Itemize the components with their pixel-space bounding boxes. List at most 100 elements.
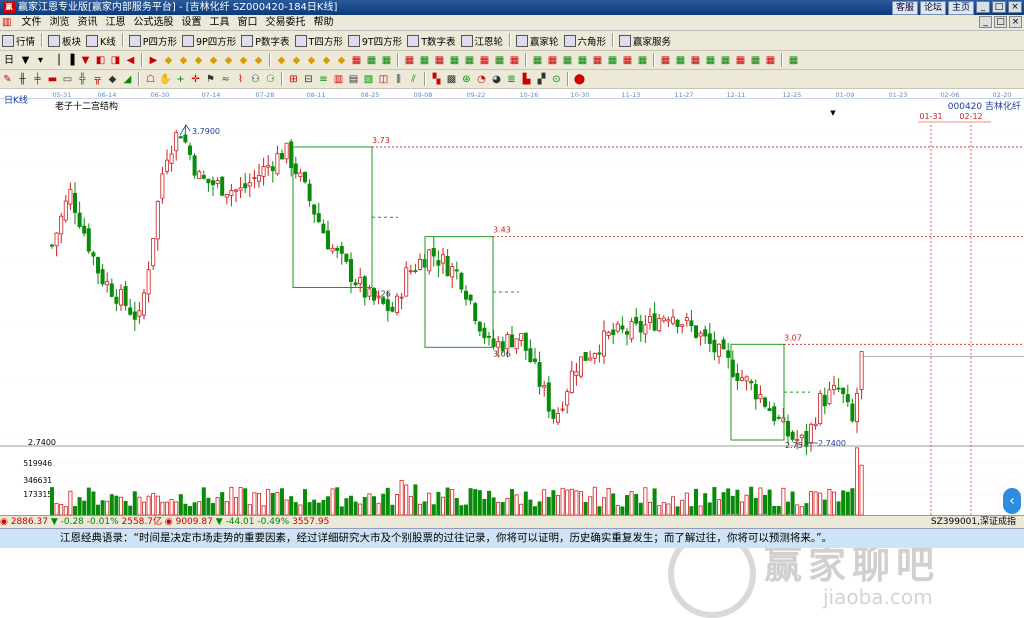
tool-icon-11[interactable]: ◆	[192, 54, 205, 67]
tool-icon-16[interactable]: ◆	[275, 54, 288, 67]
tool-icon-0[interactable]: ▼	[19, 54, 32, 67]
analysis-tool-icon-23[interactable]: ▧	[362, 73, 375, 86]
menu-item-5[interactable]: 设置	[177, 15, 205, 31]
tool-icon-37[interactable]: ▦	[606, 54, 619, 67]
tool-icon-47[interactable]: ▦	[764, 54, 777, 67]
tool-icon-12[interactable]: ◆	[207, 54, 220, 67]
menu-item-1[interactable]: 浏览	[45, 15, 73, 31]
tool-icon-31[interactable]: ▦	[508, 54, 521, 67]
analysis-tool-icon-4[interactable]: ▭	[61, 73, 74, 86]
analysis-tool-icon-36[interactable]: ⬤	[573, 73, 586, 86]
tool-icon-22[interactable]: ▦	[365, 54, 378, 67]
analysis-tool-icon-10[interactable]: ✋	[159, 73, 172, 86]
analysis-tool-icon-6[interactable]: ╦	[91, 73, 104, 86]
side-expand-button[interactable]: ‹	[1003, 488, 1021, 514]
tool-icon-23[interactable]: ▦	[380, 54, 393, 67]
tool-icon-32[interactable]: ▦	[531, 54, 544, 67]
analysis-tool-icon-14[interactable]: ≈	[219, 73, 232, 86]
doc-minimize-button[interactable]: _	[979, 16, 992, 28]
menu-item-7[interactable]: 窗口	[233, 15, 261, 31]
analysis-tool-icon-16[interactable]: ⚇	[249, 73, 262, 86]
menu-item-9[interactable]: 帮助	[309, 15, 337, 31]
analysis-tool-icon-5[interactable]: ╬	[76, 73, 89, 86]
analysis-tool-icon-32[interactable]: ≣	[505, 73, 518, 86]
analysis-tool-icon-27[interactable]: ▚	[430, 73, 443, 86]
analysis-tool-icon-19[interactable]: ⊟	[302, 73, 315, 86]
toolbar-button-9t-square[interactable]: 9T四方形	[346, 32, 405, 50]
toolbar-button-table[interactable]: 行情	[0, 32, 38, 50]
tool-icon-15[interactable]: ◆	[252, 54, 265, 67]
menu-item-0[interactable]: 文件	[17, 15, 45, 31]
tool-icon-42[interactable]: ▦	[689, 54, 702, 67]
menu-item-8[interactable]: 交易委托	[261, 15, 309, 31]
toolbar-button-p-number-table[interactable]: P数字表	[239, 32, 292, 50]
tool-icon-48[interactable]: ▦	[787, 54, 800, 67]
tool-icon-13[interactable]: ◆	[222, 54, 235, 67]
tool-icon-2[interactable]: ▕	[49, 54, 62, 67]
tool-icon-14[interactable]: ◆	[237, 54, 250, 67]
toolbar-button-service[interactable]: 赢家服务	[617, 32, 674, 50]
analysis-tool-icon-17[interactable]: ⚆	[264, 73, 277, 86]
toolbar-button-t-square[interactable]: T四方形	[293, 32, 346, 50]
menu-item-3[interactable]: 江恩	[101, 15, 129, 31]
doc-restore-button[interactable]: □	[994, 16, 1007, 28]
analysis-tool-icon-28[interactable]: ▩	[445, 73, 458, 86]
tool-icon-19[interactable]: ◆	[320, 54, 333, 67]
tool-icon-36[interactable]: ▦	[591, 54, 604, 67]
analysis-tool-icon-11[interactable]: +	[174, 73, 187, 86]
tool-icon-45[interactable]: ▦	[734, 54, 747, 67]
analysis-tool-icon-2[interactable]: ╪	[31, 73, 44, 86]
analysis-tool-icon-7[interactable]: ◆	[106, 73, 119, 86]
tool-icon-3[interactable]: ▐	[64, 54, 77, 67]
toolbar-button-t-number-table[interactable]: T数字表	[405, 32, 458, 50]
maximize-button[interactable]: □	[992, 1, 1006, 13]
analysis-tool-icon-22[interactable]: ▤	[347, 73, 360, 86]
analysis-tool-icon-9[interactable]: ☖	[144, 73, 157, 86]
tool-icon-9[interactable]: ◆	[162, 54, 175, 67]
toolbar-button-blocks[interactable]: 板块	[46, 32, 84, 50]
close-button[interactable]: ×	[1008, 1, 1022, 13]
analysis-tool-icon-15[interactable]: ⌇	[234, 73, 247, 86]
analysis-tool-icon-26[interactable]: ⫽	[407, 73, 420, 86]
tool-icon-33[interactable]: ▦	[546, 54, 559, 67]
tool-icon-10[interactable]: ◆	[177, 54, 190, 67]
tool-icon-17[interactable]: ◆	[290, 54, 303, 67]
customer-service-link[interactable]: 客服	[891, 1, 918, 15]
tool-icon-41[interactable]: ▦	[674, 54, 687, 67]
tool-icon-38[interactable]: ▦	[621, 54, 634, 67]
tool-icon-34[interactable]: ▦	[561, 54, 574, 67]
tool-icon-39[interactable]: ▦	[636, 54, 649, 67]
tool-icon-26[interactable]: ▦	[433, 54, 446, 67]
toolbar-button-winner-wheel[interactable]: 赢家轮	[514, 32, 562, 50]
tool-icon-18[interactable]: ◆	[305, 54, 318, 67]
tool-icon-27[interactable]: ▦	[448, 54, 461, 67]
analysis-tool-icon-20[interactable]: ≡	[317, 73, 330, 86]
tool-icon-5[interactable]: ◧	[94, 54, 107, 67]
tool-icon-30[interactable]: ▦	[493, 54, 506, 67]
analysis-tool-icon-34[interactable]: ▞	[535, 73, 548, 86]
tool-icon-43[interactable]: ▦	[704, 54, 717, 67]
forum-link[interactable]: 论坛	[919, 1, 946, 15]
minimize-button[interactable]: _	[976, 1, 990, 13]
analysis-tool-icon-35[interactable]: ⊙	[550, 73, 563, 86]
tool-icon-7[interactable]: ◀	[124, 54, 137, 67]
analysis-tool-icon-21[interactable]: ▥	[332, 73, 345, 86]
toolbar-button-p-square[interactable]: P四方形	[127, 32, 180, 50]
analysis-tool-icon-13[interactable]: ⚑	[204, 73, 217, 86]
tool-icon-24[interactable]: ▦	[403, 54, 416, 67]
doc-close-button[interactable]: ×	[1009, 16, 1022, 28]
homepage-link[interactable]: 主页	[947, 1, 974, 15]
analysis-tool-icon-0[interactable]: ✎	[1, 73, 14, 86]
tool-icon-20[interactable]: ◆	[335, 54, 348, 67]
tool-icon-21[interactable]: ▦	[350, 54, 363, 67]
tool-icon-29[interactable]: ▦	[478, 54, 491, 67]
tool-icon-28[interactable]: ▦	[463, 54, 476, 67]
period-select[interactable]: 日	[1, 54, 17, 67]
analysis-tool-icon-24[interactable]: ◫	[377, 73, 390, 86]
tool-icon-40[interactable]: ▦	[659, 54, 672, 67]
analysis-tool-icon-1[interactable]: ╫	[16, 73, 29, 86]
analysis-tool-icon-18[interactable]: ⊞	[287, 73, 300, 86]
kline-chart-svg[interactable]: 05-31 06-14 06-30 07-14 07-28 08-11 08-25 09-08…	[0, 89, 1024, 516]
kline-chart-area[interactable]: 05-31 06-14 06-30 07-14 07-28 08-11 08-25 09-08…	[0, 89, 1024, 618]
toolbar-button-9p-square[interactable]: 9P四方形	[180, 32, 239, 50]
